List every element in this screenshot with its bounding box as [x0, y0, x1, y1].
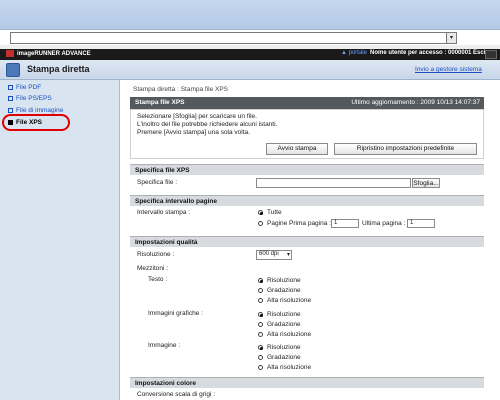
- start-print-button[interactable]: Avvio stampa: [266, 143, 328, 155]
- text-halftone-label: Testo :: [148, 276, 168, 283]
- info-line-1: Selezionare [Sfoglia] per scaricare un f…: [137, 113, 257, 120]
- resolution-value: 600 dpi: [259, 251, 279, 257]
- address-dropdown-button[interactable]: ▾: [446, 32, 457, 44]
- sidebar-item-label: File PDF: [16, 84, 42, 91]
- admin-link[interactable]: Invio a gestore sistema: [415, 66, 482, 73]
- radio-graphics-gradation[interactable]: [258, 322, 263, 327]
- first-page-input[interactable]: 1: [331, 219, 359, 228]
- option-label: Risoluzione: [267, 344, 301, 351]
- bullet-icon: [8, 107, 13, 113]
- image-halftone-label: Immagine :: [148, 342, 181, 349]
- restore-defaults-button[interactable]: Ripristino impostazioni predefinite: [334, 143, 477, 155]
- radio-image-resolution[interactable]: [258, 345, 263, 350]
- info-line-3: Premere [Avvio stampa] una sola volta.: [137, 129, 250, 136]
- last-page-input[interactable]: 1: [407, 219, 435, 228]
- brand-name: imageRUNNER ADVANCE: [17, 51, 91, 58]
- section-quality: Impostazioni qualità: [130, 236, 484, 247]
- first-page-label: Pagine Prima pagina :: [267, 220, 331, 227]
- address-bar[interactable]: [10, 32, 457, 44]
- canon-logo-icon: [6, 50, 14, 57]
- section-page-range: Specifica intervallo pagine: [130, 195, 484, 206]
- sidebar-item-pdf[interactable]: File PDF: [8, 84, 41, 91]
- file-path-input[interactable]: [256, 178, 411, 188]
- resolution-select[interactable]: 600 dpi ▾: [256, 250, 292, 260]
- browser-toolbar: [0, 0, 500, 30]
- last-page-label: Ultima pagina :: [362, 220, 406, 227]
- radio-image-high-res[interactable]: [258, 365, 263, 370]
- radio-text-resolution[interactable]: [258, 278, 263, 283]
- radio-page-range[interactable]: [258, 221, 263, 226]
- option-label: Gradazione: [267, 354, 301, 361]
- sidebar-item-label: File PS/EPS: [16, 95, 52, 102]
- option-label: Risoluzione: [267, 311, 301, 318]
- grayscale-label: Conversione scala di grigi :: [137, 391, 216, 398]
- bullet-icon: [8, 84, 13, 90]
- radio-all-pages[interactable]: [258, 210, 263, 215]
- logout-button[interactable]: [485, 50, 497, 59]
- sidebar-item-image[interactable]: File di immagine: [8, 107, 63, 114]
- panel-header: Stampa file XPS Ultimo aggiornamento : 20…: [130, 97, 484, 109]
- radio-graphics-resolution[interactable]: [258, 312, 263, 317]
- option-label: Alta risoluzione: [267, 364, 312, 371]
- direct-print-icon: [6, 63, 20, 77]
- option-label: Alta risoluzione: [267, 297, 312, 304]
- panel-title: Stampa file XPS: [135, 99, 185, 106]
- halftone-label: Mezzitoni :: [137, 265, 169, 272]
- option-label: Alta risoluzione: [267, 331, 312, 338]
- option-label: Risoluzione: [267, 277, 301, 284]
- chevron-down-icon: ▾: [286, 252, 290, 258]
- option-label: Gradazione: [267, 287, 301, 294]
- login-user-label: Nome utente per accesso : 0000001 Esci: [370, 50, 486, 56]
- radio-all-label: Tutte: [267, 209, 282, 216]
- breadcrumb: Stampa diretta : Stampa file XPS: [133, 86, 229, 93]
- portal-link[interactable]: ▲ portale: [341, 50, 367, 56]
- section-color: Impostazioni colore: [130, 377, 484, 388]
- page-title: Stampa diretta: [27, 64, 90, 74]
- option-label: Gradazione: [267, 321, 301, 328]
- resolution-label: Risoluzione :: [137, 251, 175, 258]
- radio-text-gradation[interactable]: [258, 288, 263, 293]
- brand-logo: imageRUNNER ADVANCE: [6, 50, 91, 57]
- radio-graphics-high-res[interactable]: [258, 332, 263, 337]
- section-file-spec: Specifica file XPS: [130, 164, 484, 175]
- radio-text-high-res[interactable]: [258, 298, 263, 303]
- file-spec-label: Specifica file :: [137, 179, 178, 186]
- sidebar-item-label: File di immagine: [16, 107, 64, 114]
- bullet-icon: [8, 95, 13, 101]
- info-line-2: L'inoltro del file potrebbe richiedere a…: [137, 121, 278, 128]
- print-range-label: Intervallo stampa :: [137, 209, 191, 216]
- sidebar-item-ps-eps[interactable]: File PS/EPS: [8, 95, 52, 102]
- graphics-halftone-label: Immagini grafiche :: [148, 310, 203, 317]
- browse-button[interactable]: Sfoglia...: [412, 178, 440, 188]
- radio-image-gradation[interactable]: [258, 355, 263, 360]
- last-updated: Ultimo aggiornamento : 2009 10/13 14:07:…: [351, 99, 480, 106]
- highlight-circle: [2, 114, 70, 131]
